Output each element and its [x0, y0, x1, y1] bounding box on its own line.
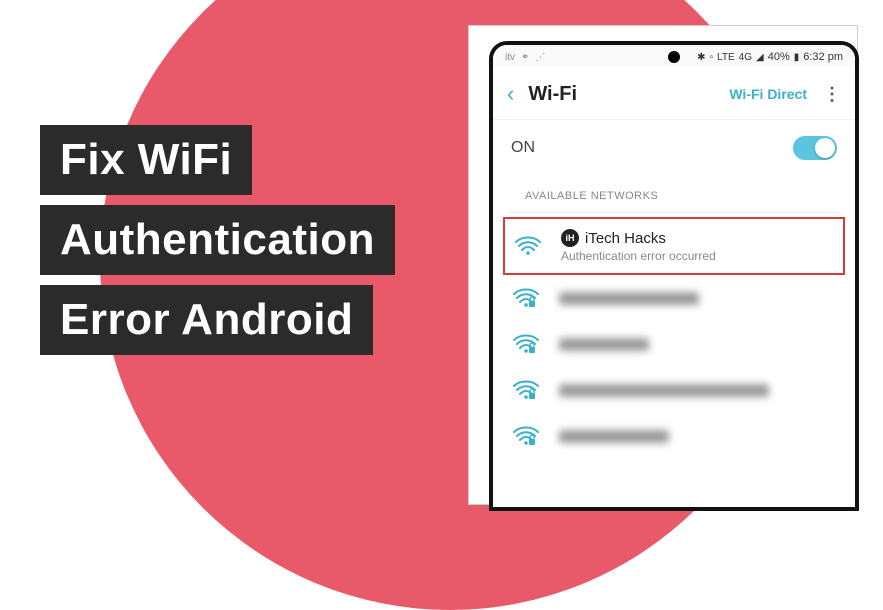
carrier-label: itv: [505, 52, 515, 63]
wifi-lock-icon: [511, 425, 541, 447]
status-left: itv ⚭ ⋰: [505, 52, 545, 63]
toggle-label: ON: [511, 139, 535, 157]
signal-icon: 4G: [739, 52, 752, 63]
network-list: iH iTech Hacks Authentication error occurr…: [493, 217, 855, 459]
network-row[interactable]: [493, 321, 855, 367]
network-name-blurred: [559, 338, 649, 351]
title-line-3: Error Android: [40, 285, 373, 355]
wifi-toggle-row: ON: [493, 120, 855, 176]
network-info: [559, 292, 837, 305]
network-name: [559, 338, 837, 351]
network-name: iH iTech Hacks: [561, 229, 835, 247]
network-info: [559, 384, 837, 397]
wifi-direct-button[interactable]: Wi-Fi Direct: [729, 86, 807, 102]
phone-frame: itv ⚭ ⋰ ✱ ▫ LTE 4G ◢ 40% ▮ 6:32 pm ‹ Wi-…: [489, 41, 859, 511]
lte-icon: LTE: [717, 52, 735, 63]
phone-container: itv ⚭ ⋰ ✱ ▫ LTE 4G ◢ 40% ▮ 6:32 pm ‹ Wi-…: [468, 25, 858, 505]
title-line-2: Authentication: [40, 205, 395, 275]
network-name: [559, 430, 837, 443]
network-row[interactable]: [493, 275, 855, 321]
status-misc-icon: ⋰: [535, 52, 545, 63]
voicemail-icon: ⚭: [521, 52, 529, 63]
network-name-blurred: [559, 430, 669, 443]
wifi-lock-icon: [511, 379, 541, 401]
wifi-header: ‹ Wi-Fi Wi-Fi Direct ⋮: [493, 67, 855, 120]
more-menu-button[interactable]: ⋮: [823, 84, 841, 105]
network-row[interactable]: [493, 413, 855, 459]
banner-title: Fix WiFi Authentication Error Android: [40, 125, 395, 365]
page-title: Wi-Fi: [528, 83, 729, 106]
battery-icon: ▮: [794, 52, 800, 63]
camera-hole: [668, 51, 680, 63]
wifi-icon: [513, 235, 543, 257]
wifi-toggle[interactable]: [793, 136, 837, 160]
status-right: ✱ ▫ LTE 4G ◢ 40% ▮ 6:32 pm: [697, 51, 843, 63]
network-name-text: iTech Hacks: [585, 230, 666, 247]
network-name-blurred: [559, 292, 699, 305]
network-info: iH iTech Hacks Authentication error occurr…: [561, 229, 835, 263]
wifi-lock-icon: [511, 333, 541, 355]
network-name-blurred: [559, 384, 769, 397]
battery-percent: 40%: [768, 51, 790, 63]
network-info: [559, 430, 837, 443]
wifi-lock-icon: [511, 287, 541, 309]
back-button[interactable]: ‹: [507, 81, 514, 107]
clock: 6:32 pm: [803, 51, 843, 63]
volte-icon: ▫: [710, 52, 714, 63]
network-name: [559, 292, 837, 305]
available-networks-label: AVAILABLE NETWORKS: [507, 182, 841, 213]
network-row[interactable]: iH iTech Hacks Authentication error occurr…: [503, 217, 845, 275]
network-subtitle: Authentication error occurred: [561, 249, 835, 263]
network-name: [559, 384, 837, 397]
network-logo-icon: iH: [561, 229, 579, 247]
network-info: [559, 338, 837, 351]
signal-bars-icon: ◢: [756, 52, 764, 63]
title-line-1: Fix WiFi: [40, 125, 252, 195]
bluetooth-icon: ✱: [697, 52, 705, 63]
network-row[interactable]: [493, 367, 855, 413]
